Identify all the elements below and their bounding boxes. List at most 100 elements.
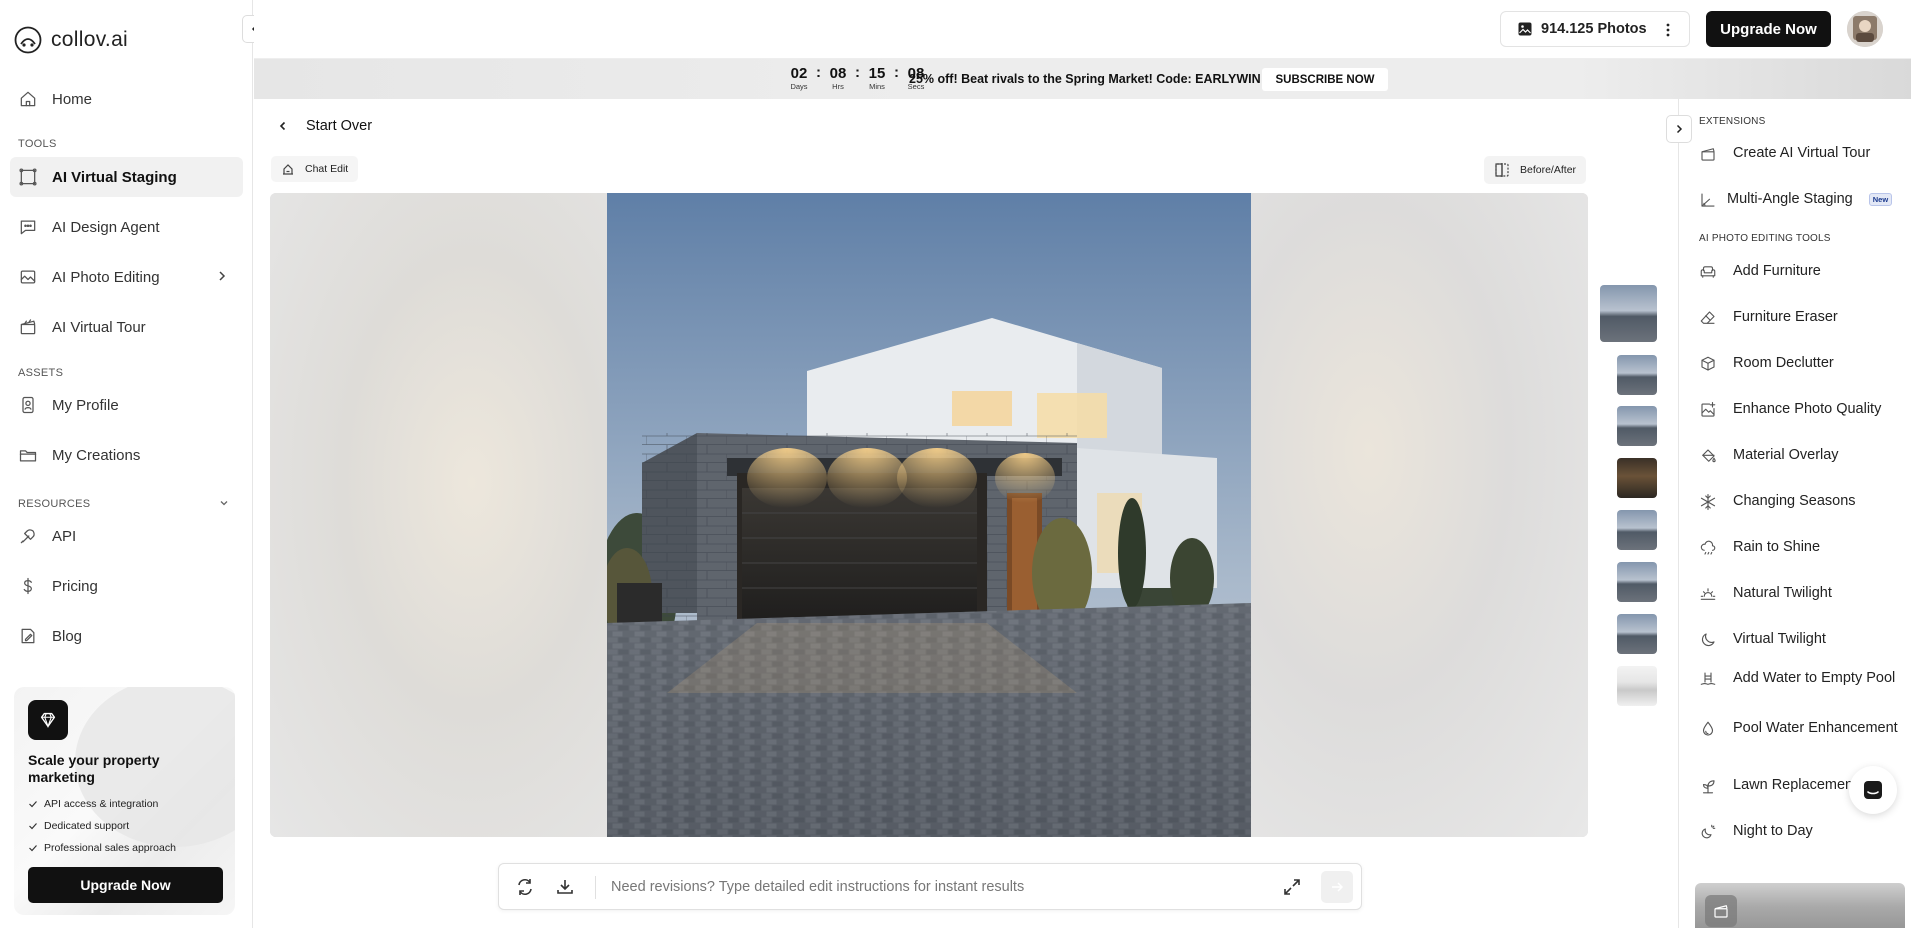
tool-label: Create AI Virtual Tour xyxy=(1733,145,1871,161)
resources-section-label[interactable]: RESOURCES xyxy=(18,498,90,510)
tool-furniture-eraser[interactable]: Furniture Eraser xyxy=(1699,308,1904,327)
tool-preview-thumbnail[interactable] xyxy=(1695,883,1905,928)
nav-ai-virtual-tour[interactable]: AI Virtual Tour xyxy=(10,307,243,347)
tools-panel-toggle-button[interactable] xyxy=(1666,115,1692,143)
tool-virtual-twilight[interactable]: Virtual Twilight xyxy=(1699,630,1904,649)
declutter-icon xyxy=(1701,356,1715,371)
result-thumbnail[interactable] xyxy=(1617,666,1657,706)
nav-api[interactable]: API xyxy=(10,516,243,556)
generated-house-image[interactable] xyxy=(607,193,1251,837)
start-over-link[interactable]: Start Over xyxy=(270,113,372,139)
photo-tools-section-label: AI PHOTO EDITING TOOLS xyxy=(1699,233,1831,244)
back-button[interactable] xyxy=(270,113,296,139)
tool-rain-to-shine[interactable]: Rain to Shine xyxy=(1699,538,1904,557)
sunset-icon xyxy=(1700,587,1716,600)
avatar[interactable] xyxy=(1847,11,1883,47)
nav-my-creations-label: My Creations xyxy=(52,446,141,464)
result-thumbnail-selected[interactable] xyxy=(1600,285,1657,342)
background-blur-right xyxy=(1251,193,1588,837)
tool-add-furniture[interactable]: Add Furniture xyxy=(1699,262,1904,281)
upgrade-promo-card: Scale your property marketing API access… xyxy=(14,687,235,915)
nav-ai-photo-editing[interactable]: AI Photo Editing xyxy=(10,257,243,297)
nav-pricing-label: Pricing xyxy=(52,577,98,595)
expand-icon[interactable] xyxy=(1282,877,1302,897)
diamond-icon xyxy=(28,700,68,740)
tool-night-to-day[interactable]: Night to Day xyxy=(1699,822,1904,841)
promo-upgrade-button[interactable]: Upgrade Now xyxy=(28,867,223,903)
result-thumbnail[interactable] xyxy=(1617,510,1657,550)
chat-edit-button[interactable]: Chat Edit xyxy=(271,156,359,182)
tool-room-declutter[interactable]: Room Declutter xyxy=(1699,354,1904,373)
nav-pricing[interactable]: Pricing xyxy=(10,566,243,606)
result-thumbnail[interactable] xyxy=(1617,614,1657,654)
before-after-label: Before/After xyxy=(1520,164,1577,176)
api-icon xyxy=(20,529,35,544)
nav-my-profile[interactable]: My Profile xyxy=(10,385,243,425)
nav-blog[interactable]: Blog xyxy=(10,616,243,656)
send-button[interactable] xyxy=(1321,871,1353,903)
photos-credits-pill[interactable]: 914.125 Photos xyxy=(1500,11,1690,47)
tool-natural-twilight[interactable]: Natural Twilight xyxy=(1699,584,1904,603)
subscribe-now-button[interactable]: SUBSCRIBE NOW xyxy=(1262,68,1388,91)
tool-add-water-to-empty-pool[interactable]: Add Water to Empty Pool xyxy=(1699,669,1904,688)
clapper-icon xyxy=(1701,147,1715,161)
tool-material-overlay[interactable]: Material Overlay xyxy=(1699,446,1904,465)
upgrade-now-button[interactable]: Upgrade Now xyxy=(1706,11,1831,47)
nav-my-creations[interactable]: My Creations xyxy=(10,435,243,475)
house-photo-illustration xyxy=(607,193,1251,837)
blog-icon xyxy=(21,628,35,644)
promo-feature-text: API access & integration xyxy=(44,798,159,810)
logo[interactable]: collov.ai xyxy=(13,25,128,55)
photos-count: 914.125 Photos xyxy=(1541,21,1647,37)
nav-home[interactable]: Home xyxy=(10,79,243,119)
result-thumbnail[interactable] xyxy=(1617,406,1657,446)
result-thumbnail[interactable] xyxy=(1617,355,1657,395)
nav-ai-photo-editing-label: AI Photo Editing xyxy=(52,268,160,286)
tool-enhance-photo-quality[interactable]: Enhance Photo Quality xyxy=(1699,400,1904,419)
chat-edit-icon xyxy=(283,164,293,175)
plant-icon xyxy=(1702,779,1715,793)
revision-prompt-bar xyxy=(498,863,1362,910)
background-blur-left xyxy=(270,193,607,837)
chevron-down-icon[interactable] xyxy=(218,497,230,509)
nav-ai-virtual-staging[interactable]: AI Virtual Staging xyxy=(10,157,243,197)
preview-clapper-badge xyxy=(1705,895,1737,927)
promo-feature: Professional sales approach xyxy=(28,842,176,854)
promo-feature-text: Professional sales approach xyxy=(44,842,176,854)
countdown-value: 02 xyxy=(790,65,808,82)
more-vertical-icon[interactable] xyxy=(1661,22,1675,38)
tool-label: Changing Seasons xyxy=(1733,493,1856,509)
snowflake-icon xyxy=(1700,493,1716,510)
tool-create-ai-virtual-tour[interactable]: Create AI Virtual Tour xyxy=(1699,144,1904,163)
tool-label: Night to Day xyxy=(1733,823,1813,839)
tool-label: Lawn Replacement xyxy=(1733,777,1858,793)
result-thumbnail[interactable] xyxy=(1617,562,1657,602)
chevron-right-icon xyxy=(1676,124,1683,134)
support-chat-button[interactable] xyxy=(1849,766,1897,814)
logo-icon xyxy=(14,26,42,54)
tools-section-label: TOOLS xyxy=(18,138,57,150)
nav-ai-design-agent[interactable]: AI Design Agent xyxy=(10,207,243,247)
tool-pool-water-enhancement[interactable]: Pool Water Enhancement xyxy=(1699,719,1904,738)
countdown-separator: : xyxy=(816,64,821,81)
tool-label: Virtual Twilight xyxy=(1733,631,1826,647)
eraser-icon xyxy=(1700,310,1715,324)
revision-prompt-input[interactable] xyxy=(611,874,1251,900)
tool-multi-angle-staging[interactable]: Multi-Angle Staging New xyxy=(1699,190,1904,209)
nav-my-profile-label: My Profile xyxy=(52,396,119,414)
countdown-timer: 02 Days : 08 Hrs : 15 Mins : 08 Secs xyxy=(786,64,929,92)
before-after-button[interactable]: Before/After xyxy=(1484,156,1587,184)
clapper-icon xyxy=(20,319,36,335)
result-thumbnail[interactable] xyxy=(1617,458,1657,498)
tool-label: Room Declutter xyxy=(1733,355,1834,371)
countdown-hours: 08 Hrs xyxy=(825,66,851,92)
compare-icon xyxy=(1495,163,1509,177)
regenerate-icon[interactable] xyxy=(515,877,535,897)
countdown-value: 15 xyxy=(868,65,886,82)
download-icon[interactable] xyxy=(555,877,575,897)
image-icon xyxy=(1518,22,1532,36)
chevron-right-icon xyxy=(219,271,226,281)
clapper-icon xyxy=(1714,905,1728,918)
tool-changing-seasons[interactable]: Changing Seasons xyxy=(1699,492,1904,511)
promo-feature-text: Dedicated support xyxy=(44,820,130,832)
